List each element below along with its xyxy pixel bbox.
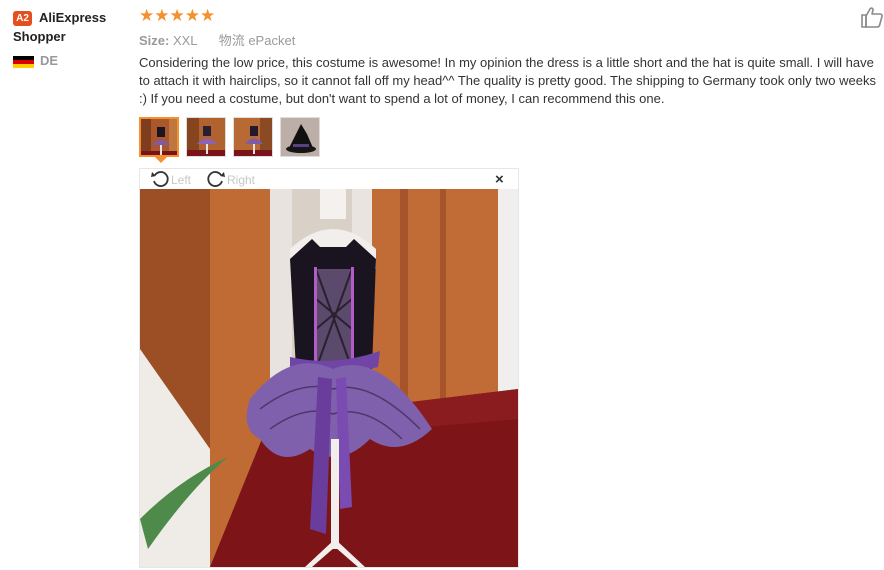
flag-stripe-gold — [13, 64, 34, 68]
review-photo — [140, 189, 518, 567]
thumbnail-dress-front[interactable] — [139, 117, 179, 157]
reviewer-avatar-badge: A2 — [13, 11, 32, 26]
rotate-right-label: Right — [227, 173, 256, 187]
germany-flag-icon — [13, 56, 34, 68]
thumbs-up-icon[interactable] — [860, 6, 884, 28]
close-viewer-button[interactable]: × — [495, 172, 504, 187]
thumbnail-dress-back[interactable] — [186, 117, 226, 157]
country-code: DE — [40, 53, 59, 68]
shipping-label: 物流 — [218, 33, 245, 48]
size-value: XXL — [172, 33, 198, 48]
thumbnail-witch-hat[interactable] — [280, 117, 320, 157]
rotate-left-label: Left — [171, 173, 192, 187]
star-icons: ★★★★★ — [139, 6, 216, 25]
star-rating: ★★★★★ — [139, 6, 216, 25]
size-label: Size: — [139, 33, 170, 48]
selected-thumbnail-caret — [155, 157, 167, 163]
rotate-left-icon — [151, 171, 169, 187]
shipping-value: ePacket — [248, 33, 296, 48]
review-body: Considering the low price, this costume … — [139, 55, 876, 106]
viewer-toolbar: Left Right × — [140, 169, 518, 189]
photo-viewer: Left Right × — [139, 168, 519, 568]
review-attributes: Size: XXL 物流 ePacket — [139, 30, 295, 49]
rotate-right-icon — [207, 171, 225, 187]
thumbnail-dress-side[interactable] — [233, 117, 273, 157]
